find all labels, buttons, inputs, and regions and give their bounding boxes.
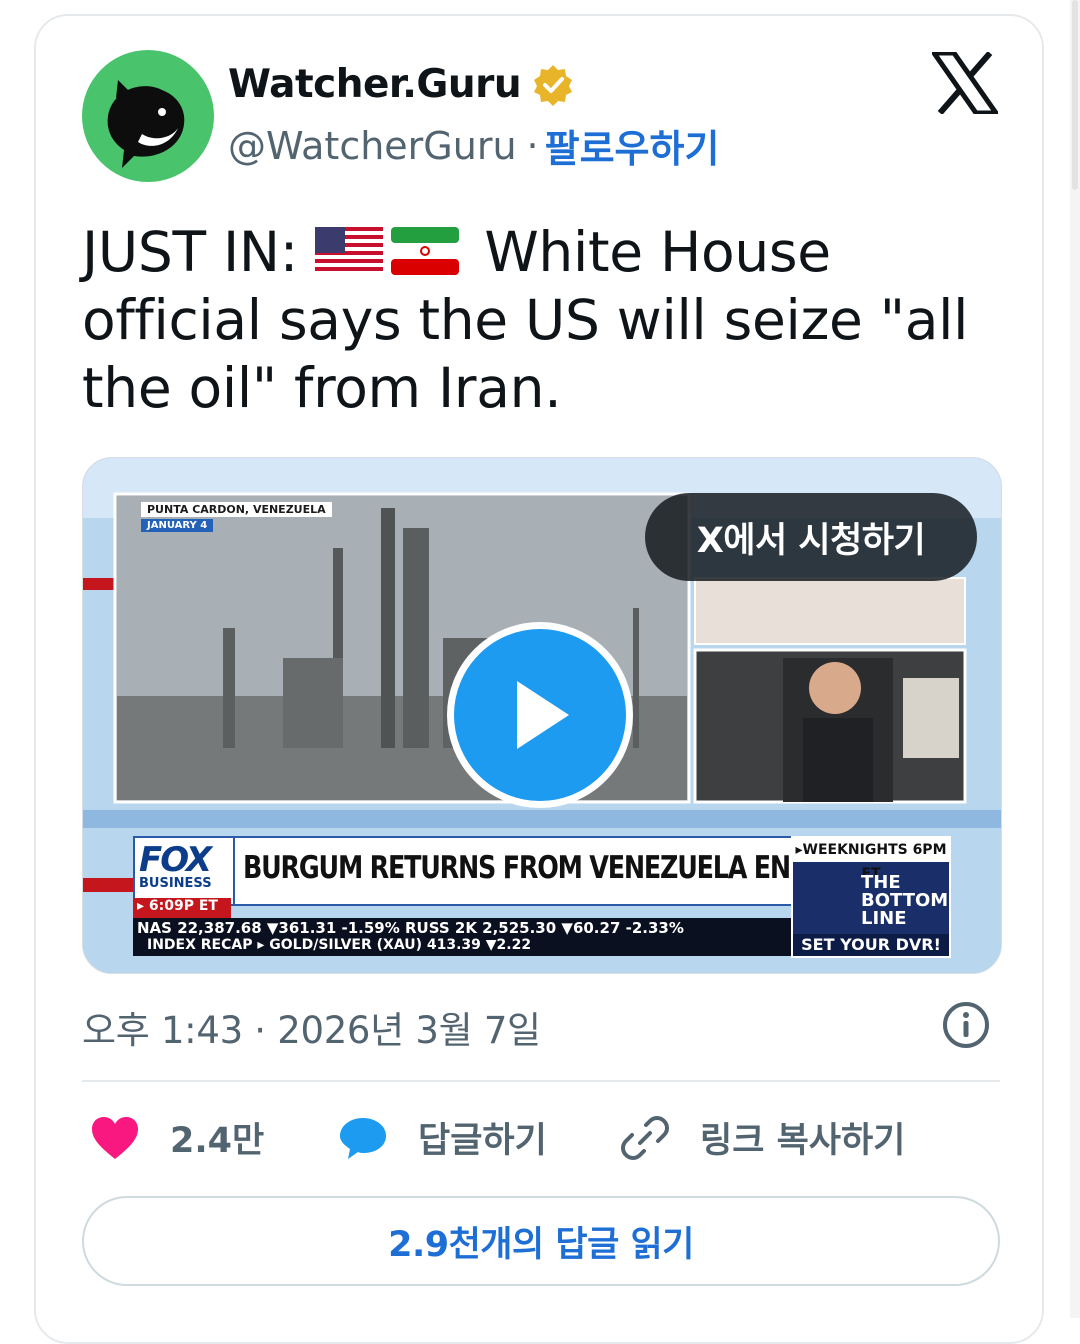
ticker-line-2: INDEX RECAP ▸ GOLD/SILVER (XAU) 413.39 ▼… xyxy=(147,937,532,953)
promo-show-title: THE BOTTOM LINE xyxy=(861,872,949,929)
iran-flag-icon xyxy=(391,226,460,275)
network-time: ▸ 6:09P ET xyxy=(133,898,231,918)
avatar[interactable] xyxy=(82,50,214,182)
copy-link-label: 링크 복사하기 xyxy=(700,1121,906,1161)
reply-button[interactable]: 답글하기 xyxy=(338,1112,547,1163)
author-display-name[interactable]: Watcher.Guru xyxy=(228,62,522,107)
divider xyxy=(82,1080,1000,1082)
whale-logo-icon xyxy=(107,80,185,168)
read-replies-button[interactable]: 2.9천개의 답글 읽기 xyxy=(82,1196,1000,1286)
scrollbar[interactable] xyxy=(1070,0,1080,1318)
promo-schedule: ▸WEEKNIGHTS 6PM ET xyxy=(793,838,949,882)
info-icon[interactable] xyxy=(942,1001,990,1049)
show-promo: ▸WEEKNIGHTS 6PM ET THE BOTTOM LINE SET Y… xyxy=(791,836,951,958)
heart-icon xyxy=(92,1116,138,1159)
video-lower-third: FOX BUSINESS BURGUM RETURNS FROM VENEZUE… xyxy=(133,836,944,906)
follow-button[interactable]: 팔로우하기 xyxy=(545,118,720,173)
copy-link-button[interactable]: 링크 복사하기 xyxy=(620,1112,905,1163)
market-ticker: NAS 22,387.68 ▼361.31 -1.59% RUSS 2K 2,5… xyxy=(133,918,791,956)
author-handle-row: @WatcherGuru · 팔로우하기 xyxy=(228,118,719,173)
scrollbar-thumb[interactable] xyxy=(1072,0,1078,190)
watch-on-x-button[interactable]: X에서 시청하기 xyxy=(645,493,977,581)
tweet-timestamp[interactable]: 오후 1:43 · 2026년 3월 7일 xyxy=(82,1000,541,1054)
like-count: 2.4만 xyxy=(170,1121,265,1161)
network-name: FOX xyxy=(139,840,212,880)
author-name-row[interactable]: Watcher.Guru xyxy=(228,62,575,107)
reply-label: 답글하기 xyxy=(418,1121,547,1161)
video-location-tag: PUNTA CARDON, VENEZUELA xyxy=(141,502,332,517)
video-player[interactable]: PUNTA CARDON, VENEZUELA JANUARY 4 FOX BU… xyxy=(82,457,1002,974)
network-logo: FOX BUSINESS xyxy=(135,838,235,904)
ticker-line-1: NAS 22,387.68 ▼361.31 -1.59% RUSS 2K 2,5… xyxy=(137,919,684,937)
play-icon xyxy=(517,681,569,749)
verified-badge-icon xyxy=(534,64,573,106)
like-button[interactable]: 2.4만 xyxy=(90,1112,264,1163)
link-icon xyxy=(621,1115,669,1160)
network-sub: BUSINESS xyxy=(139,876,212,891)
promo-dvr: SET YOUR DVR! xyxy=(793,934,949,956)
tweet-text: JUST IN: White House official says the U… xyxy=(82,218,1002,422)
handle-separator: · xyxy=(526,123,539,168)
us-flag-icon xyxy=(315,226,384,275)
tweet-prefix: JUST IN: xyxy=(82,220,298,284)
play-button[interactable] xyxy=(447,622,633,808)
reply-bubble-icon xyxy=(340,1117,386,1159)
x-logo-icon[interactable] xyxy=(932,52,998,114)
author-handle[interactable]: @WatcherGuru xyxy=(228,124,517,168)
video-date-tag: JANUARY 4 xyxy=(141,519,214,532)
